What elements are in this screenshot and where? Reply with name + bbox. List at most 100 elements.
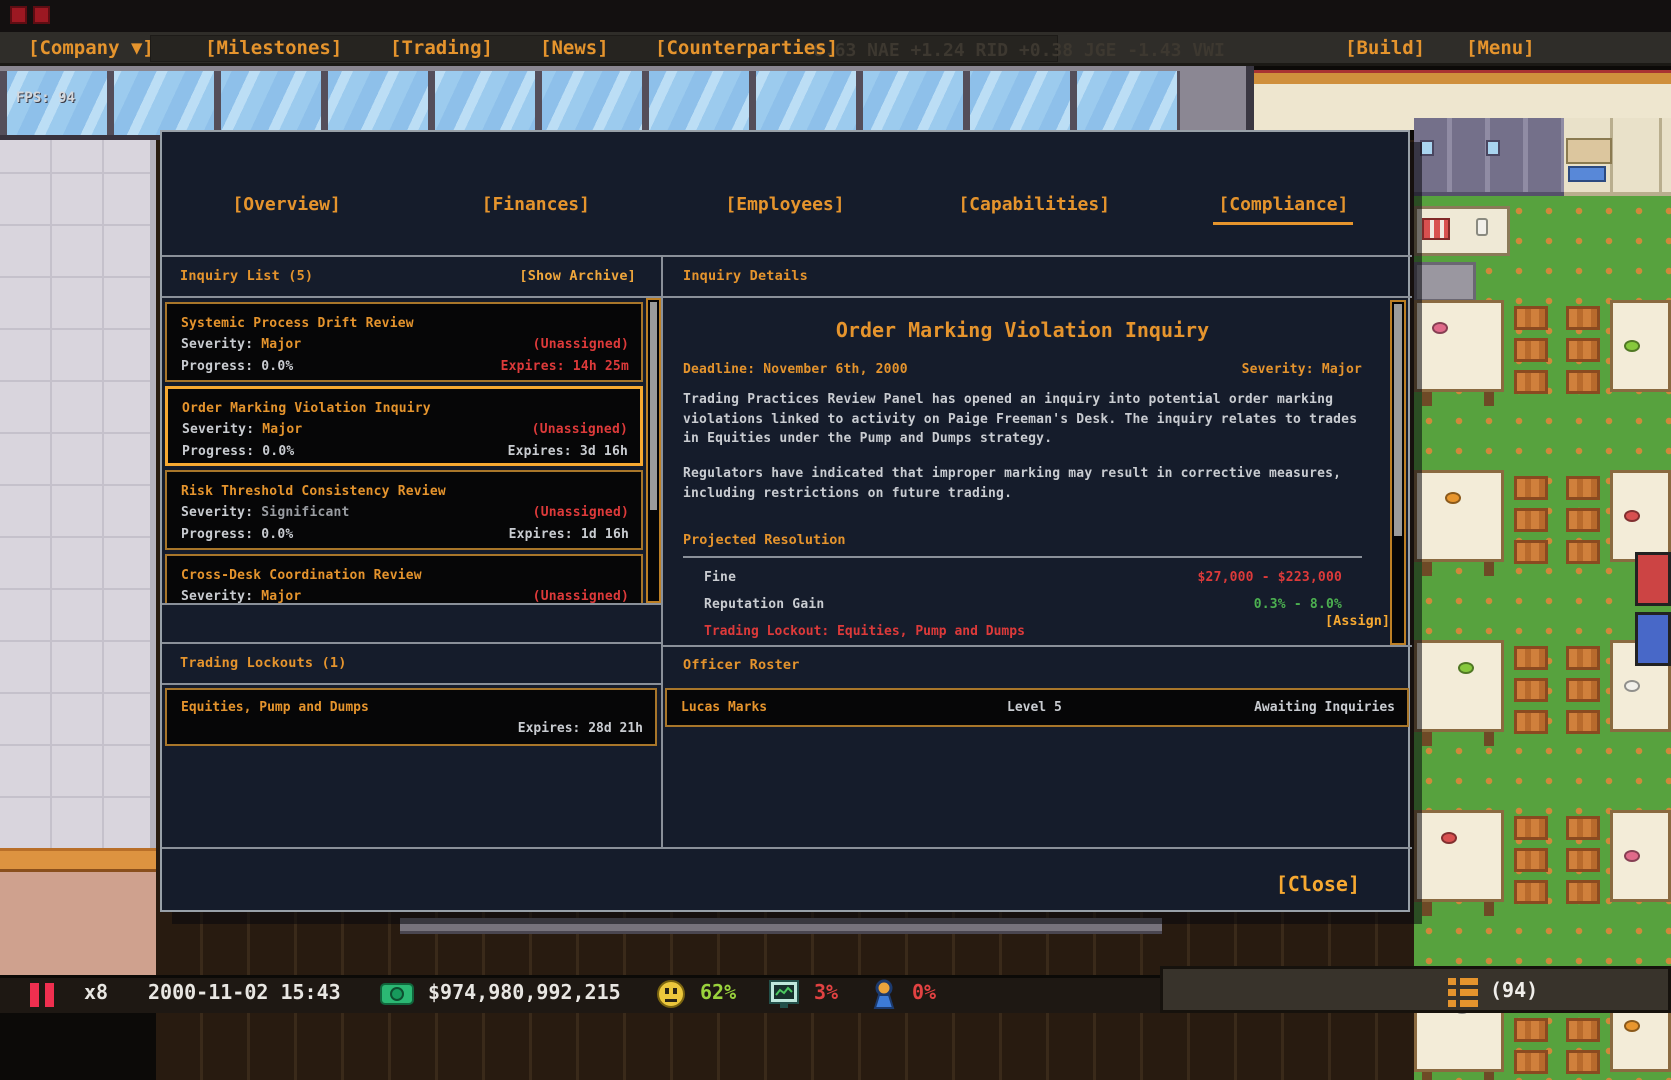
cafeteria-chair xyxy=(1514,508,1548,532)
food-item xyxy=(1441,832,1457,844)
severity-value: Major xyxy=(261,337,301,352)
cafeteria-chair xyxy=(1514,338,1548,362)
cafeteria-chair xyxy=(1514,476,1548,500)
vending-machine-blue xyxy=(1635,612,1671,666)
cafeteria-chair xyxy=(1514,880,1548,904)
game-speed[interactable]: x8 xyxy=(84,980,108,1004)
market-monitor-icon xyxy=(768,979,800,1015)
food-item xyxy=(1422,392,1432,406)
game-datetime: 2000-11-02 15:43 xyxy=(148,980,341,1004)
food-item xyxy=(1432,322,1448,334)
inquiry-list: Systemic Process Drift Review Severity: … xyxy=(162,298,646,603)
cafeteria-chair xyxy=(1566,370,1600,394)
assignment-status: (Unassigned) xyxy=(533,589,629,603)
cafeteria-table xyxy=(1414,810,1504,902)
staff-percent: 0% xyxy=(912,980,936,1004)
inquiry-card-risk-threshold[interactable]: Risk Threshold Consistency Review Severi… xyxy=(165,470,643,550)
cafeteria-chair xyxy=(1566,816,1600,840)
game-screen: 0.63 NAE +1.24 RID +0.38 JGE -1.43 VWI [… xyxy=(0,0,1671,1080)
food-tray xyxy=(1422,218,1450,240)
cafeteria-chair xyxy=(1514,816,1548,840)
severity-value: Major xyxy=(261,589,301,603)
food-item xyxy=(1422,1072,1432,1080)
menu-trading-button[interactable]: [Trading] xyxy=(390,37,493,59)
lockers xyxy=(1414,118,1564,196)
assignment-status: (Unassigned) xyxy=(533,505,629,520)
menu-menu-button[interactable]: [Menu] xyxy=(1466,37,1535,59)
fine-value: $27,000 - $223,000 xyxy=(1198,570,1342,585)
tile-wall xyxy=(0,140,156,848)
menu-milestones-button[interactable]: [Milestones] xyxy=(205,37,342,59)
food-item xyxy=(1624,340,1640,352)
tab-compliance[interactable]: [Compliance] xyxy=(1159,132,1408,255)
task-list-icon[interactable] xyxy=(1448,978,1478,1008)
notifications-panel[interactable] xyxy=(1160,966,1671,1013)
floor-left xyxy=(0,872,156,975)
cafeteria-chair xyxy=(1566,646,1600,670)
inquiry-list-scrollbar[interactable] xyxy=(646,298,661,603)
inquiry-description: Trading Practices Review Panel has opene… xyxy=(683,390,1359,449)
inquiry-list-title: Inquiry List (5) xyxy=(180,268,313,284)
inquiry-card-cross-desk[interactable]: Cross-Desk Coordination Review Severity:… xyxy=(165,554,643,603)
food-item xyxy=(1484,732,1494,746)
background-red-block xyxy=(33,6,50,24)
inquiry-card-systemic-process-drift[interactable]: Systemic Process Drift Review Severity: … xyxy=(165,302,643,382)
cafeteria-chair xyxy=(1514,1018,1548,1042)
reputation-label: Reputation Gain xyxy=(704,597,824,612)
menu-company-button[interactable]: [Company ▼] xyxy=(28,37,154,59)
locker-window xyxy=(1420,140,1434,156)
progress-label: Progress: 0.0% xyxy=(181,527,293,542)
cafeteria-table xyxy=(1610,300,1671,392)
cafeteria-chair xyxy=(1514,710,1548,734)
inquiry-deadline: Deadline: November 6th, 2000 xyxy=(683,362,908,377)
officer-level: Level 5 xyxy=(1007,700,1062,715)
cafeteria-chair xyxy=(1566,540,1600,564)
officer-roster-title: Officer Roster xyxy=(683,657,800,673)
cafeteria-scene xyxy=(1414,66,1671,1080)
cafeteria-chair xyxy=(1566,1018,1600,1042)
expires-label: Expires: 3d 16h xyxy=(508,444,628,459)
assign-button[interactable]: [Assign] xyxy=(1325,613,1390,629)
inquiry-details-title: Inquiry Details xyxy=(683,268,808,284)
inquiry-warning: Regulators have indicated that improper … xyxy=(683,464,1359,503)
assignment-status: (Unassigned) xyxy=(532,422,628,437)
mood-smiley-icon xyxy=(656,979,686,1013)
severity-label: Severity: xyxy=(181,337,253,352)
close-button[interactable]: [Close] xyxy=(1276,872,1360,896)
inquiry-card-order-marking-violation[interactable]: Order Marking Violation Inquiry Severity… xyxy=(165,386,643,466)
tab-employees[interactable]: [Employees] xyxy=(660,132,909,255)
food-item xyxy=(1422,902,1432,916)
severity-value: Major xyxy=(262,422,302,437)
money-icon xyxy=(380,982,414,1010)
tab-overview[interactable]: [Overview] xyxy=(162,132,411,255)
cafeteria-chair xyxy=(1566,710,1600,734)
officer-row-lucas-marks[interactable]: Lucas Marks Level 5 Awaiting Inquiries xyxy=(665,688,1409,727)
severity-label: Severity: xyxy=(181,589,253,603)
inquiry-severity: Severity: Major xyxy=(1242,362,1362,377)
wall-trim xyxy=(0,848,156,872)
projected-resolution-title: Projected Resolution xyxy=(683,532,846,548)
pause-button[interactable] xyxy=(30,983,56,1007)
cafeteria-chair xyxy=(1514,370,1548,394)
cafeteria-chair xyxy=(1566,880,1600,904)
menu-news-button[interactable]: [News] xyxy=(540,37,609,59)
cafeteria-table xyxy=(1414,300,1504,392)
tab-finances[interactable]: [Finances] xyxy=(411,132,660,255)
food-item xyxy=(1458,662,1474,674)
background-counter xyxy=(400,918,1162,934)
appliance-display xyxy=(1568,166,1606,182)
food-item xyxy=(1624,510,1640,522)
cafeteria-trim xyxy=(1414,70,1671,84)
tab-capabilities[interactable]: [Capabilities] xyxy=(910,132,1159,255)
details-scrollbar[interactable] xyxy=(1390,300,1406,645)
menu-build-button[interactable]: [Build] xyxy=(1345,37,1425,59)
locker-window xyxy=(1486,140,1500,156)
food-item xyxy=(1484,902,1494,916)
officer-status: Awaiting Inquiries xyxy=(1254,700,1395,715)
cafeteria-chair xyxy=(1566,848,1600,872)
top-menu-bar: 0.63 NAE +1.24 RID +0.38 JGE -1.43 VWI [… xyxy=(0,32,1671,66)
show-archive-button[interactable]: [Show Archive] xyxy=(519,268,636,284)
severity-label: Severity: xyxy=(181,505,253,520)
menu-counterparties-button[interactable]: [Counterparties] xyxy=(655,37,838,59)
trading-lockout-item: Equities, Pump and Dumps Expires: 28d 21… xyxy=(165,688,657,746)
